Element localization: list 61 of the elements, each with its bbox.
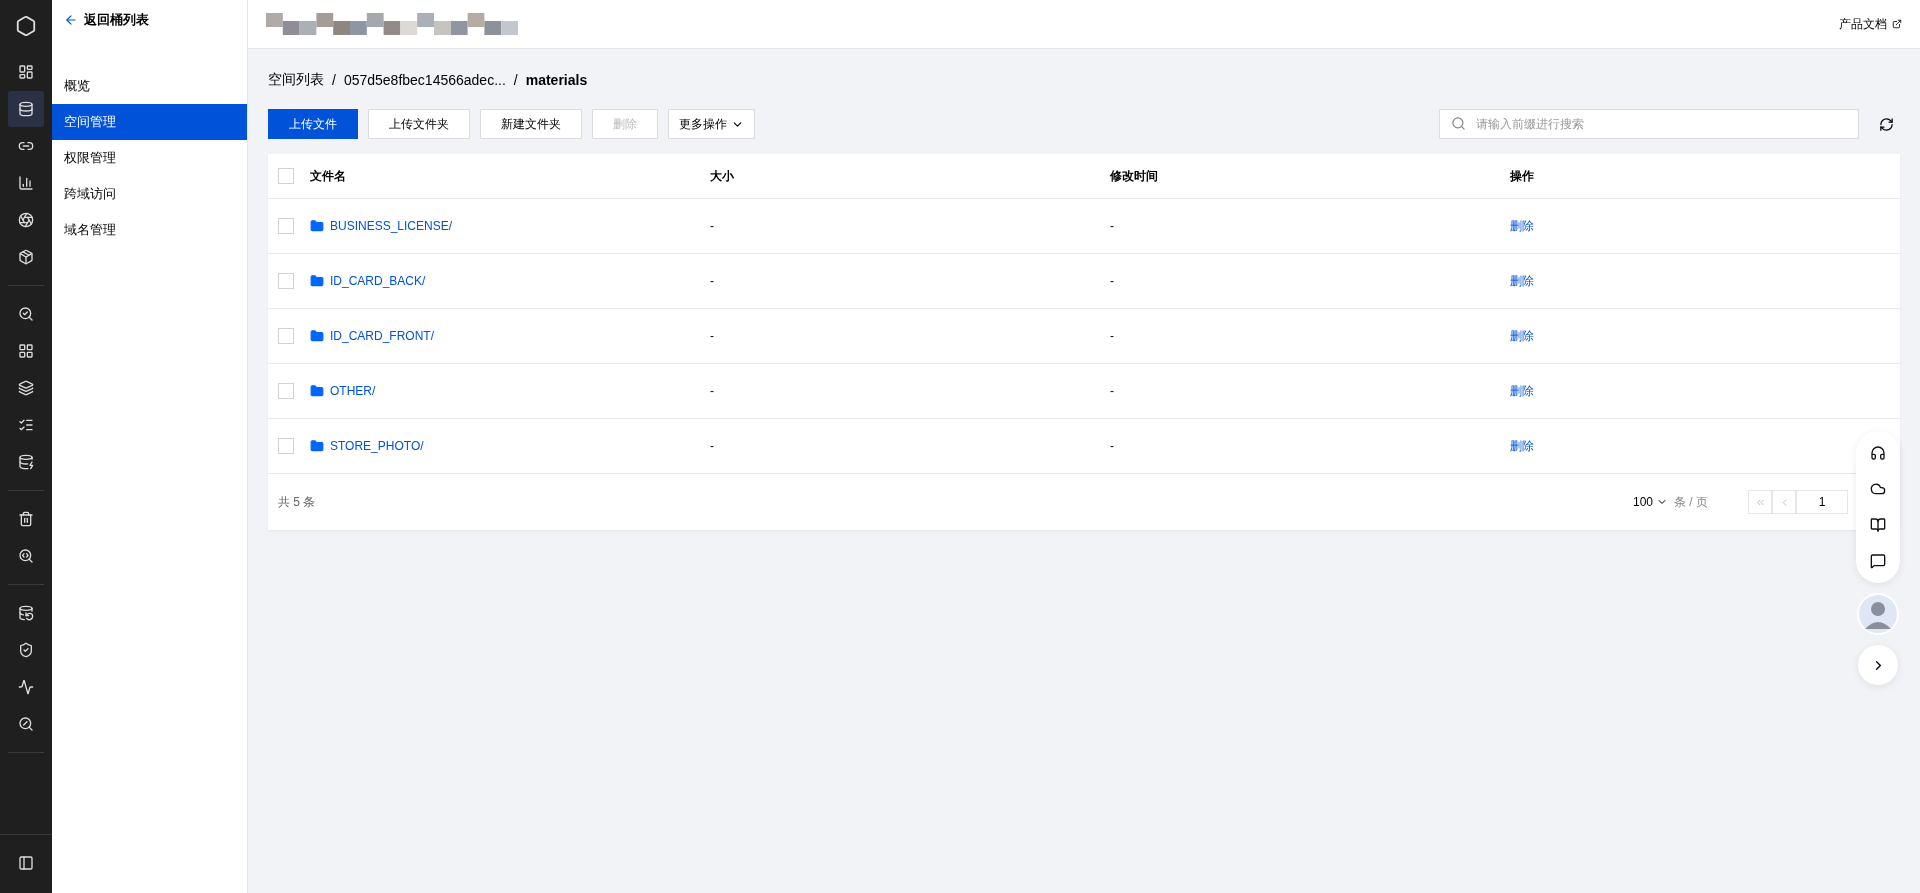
breadcrumb-link[interactable]: 空间列表 <box>268 71 324 89</box>
column-header: 操作 <box>1510 167 1535 185</box>
database-icon[interactable] <box>8 91 44 127</box>
row-checkbox[interactable] <box>278 383 294 399</box>
delete-link[interactable]: 删除 <box>1510 383 1534 398</box>
table-cell-text: - <box>1110 274 1115 288</box>
table-cell-text: - <box>1110 219 1115 233</box>
folder-link[interactable]: STORE_PHOTO/ <box>310 439 710 453</box>
delete-link[interactable]: 删除 <box>1510 438 1534 453</box>
sidebar-item[interactable]: 概览 <box>52 68 247 104</box>
folder-icon <box>310 274 324 288</box>
sidebar-item[interactable]: 空间管理 <box>52 104 247 140</box>
breadcrumb-separator: / <box>513 72 518 88</box>
toolbar-button[interactable]: 新建文件夹 <box>480 109 582 139</box>
breadcrumb-current: materials <box>525 72 588 88</box>
folder-icon <box>310 384 324 398</box>
table-cell-text: - <box>710 384 715 398</box>
search-icon <box>1451 116 1466 131</box>
row-checkbox[interactable] <box>278 438 294 454</box>
folder-link[interactable]: ID_CARD_FRONT/ <box>310 329 710 343</box>
delete-link[interactable]: 删除 <box>1510 328 1534 343</box>
breadcrumb-separator: / <box>332 72 336 88</box>
table-cell-text: - <box>710 219 715 233</box>
row-checkbox[interactable] <box>278 328 294 344</box>
folder-icon <box>310 329 324 343</box>
table-cell-text: - <box>1110 439 1115 453</box>
column-header: 修改时间 <box>1110 167 1159 185</box>
row-checkbox[interactable] <box>278 218 294 234</box>
column-header: 大小 <box>710 167 735 185</box>
toolbar-button[interactable]: 上传文件夹 <box>368 109 470 139</box>
more-actions-button[interactable]: 更多操作 <box>668 109 755 139</box>
sidebar-item[interactable]: 跨域访问 <box>52 176 247 212</box>
avatar[interactable] <box>1857 593 1899 635</box>
delete-link[interactable]: 删除 <box>1510 273 1534 288</box>
folder-icon <box>310 219 324 233</box>
column-header: 文件名 <box>310 167 347 185</box>
sidebar-item[interactable]: 域名管理 <box>52 212 247 248</box>
sidebar-item[interactable]: 权限管理 <box>52 140 247 176</box>
breadcrumb-link[interactable]: 057d5e8fbec14566adec... <box>343 72 506 88</box>
refresh-icon[interactable] <box>1879 116 1894 132</box>
select-all-checkbox[interactable] <box>278 168 294 184</box>
folder-link[interactable]: OTHER/ <box>310 384 710 398</box>
back-link[interactable]: 返回桶列表 <box>52 0 247 40</box>
table-cell-text: - <box>710 329 715 343</box>
folder-link[interactable]: ID_CARD_BACK/ <box>310 274 710 288</box>
search-field[interactable]: 请输入前缀进行搜索 <box>1439 109 1859 139</box>
page-input[interactable]: 1 <box>1796 490 1848 514</box>
docs-link[interactable]: 产品文档 <box>1839 15 1902 33</box>
table-cell-text: - <box>1110 329 1115 343</box>
table-cell-text: - <box>710 439 715 453</box>
total-count: 共 5 条 <box>278 493 316 511</box>
folder-link[interactable]: BUSINESS_LICENSE/ <box>310 219 710 233</box>
row-checkbox[interactable] <box>278 273 294 289</box>
page-size-select[interactable]: 100 <box>1632 495 1668 509</box>
table-cell-text: - <box>710 274 715 288</box>
page-size-unit: 条 / 页 <box>1674 493 1708 511</box>
folder-icon <box>310 439 324 453</box>
toolbar-button[interactable]: 上传文件 <box>268 109 358 139</box>
external-link-icon <box>1892 19 1902 29</box>
table-cell-text: - <box>1110 384 1115 398</box>
delete-link[interactable]: 删除 <box>1510 218 1534 233</box>
